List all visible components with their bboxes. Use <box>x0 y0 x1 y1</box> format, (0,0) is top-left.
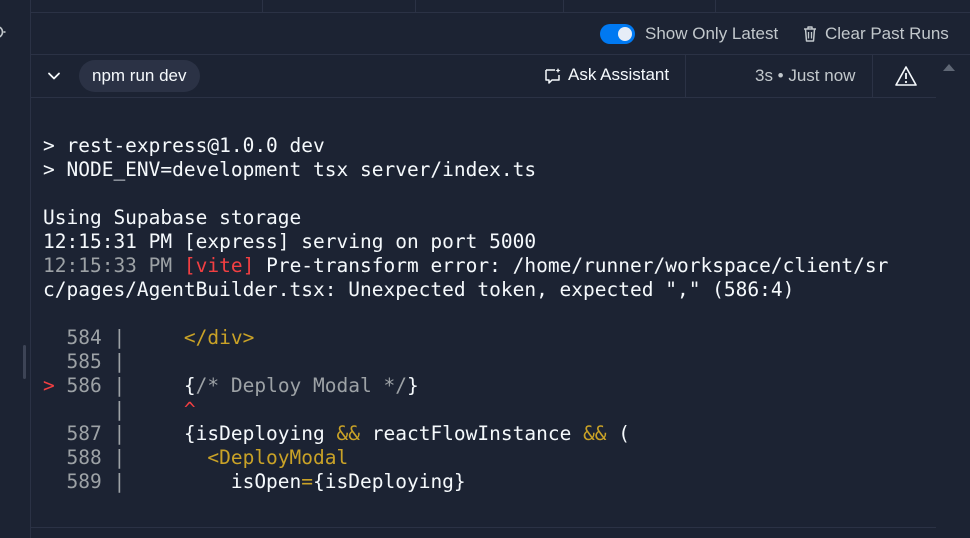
gear-icon[interactable] <box>0 22 9 42</box>
show-only-latest-toggle[interactable] <box>600 24 635 44</box>
error-caret: ^ <box>136 398 196 421</box>
error-line-marker: > <box>43 374 67 397</box>
left-rail <box>0 0 31 538</box>
line-number: 588 | <box>43 446 137 469</box>
code-tag: <DeployModal <box>136 446 349 469</box>
code-frame-caret-line: | ^ <box>43 398 923 422</box>
divider <box>685 55 686 97</box>
line-number: 589 | <box>43 470 137 493</box>
show-only-latest-label[interactable]: Show Only Latest <box>645 24 778 44</box>
console-line: 12:15:31 PM [express] serving on port 50… <box>43 230 537 253</box>
vite-error-message: Pre-transform error: /home/runner/worksp… <box>254 254 889 277</box>
scroll-up-icon[interactable] <box>942 62 956 72</box>
console-line: Using Supabase storage <box>43 206 302 229</box>
tab-strip <box>31 0 970 13</box>
divider <box>31 527 936 528</box>
divider <box>872 55 873 97</box>
code-text: reactFlowInstance <box>360 422 584 445</box>
run-command-pill[interactable]: npm run dev <box>79 60 200 92</box>
code-text: </div> <box>136 326 255 349</box>
code-text: {isDeploying} <box>313 470 466 493</box>
line-number: 587 | <box>43 422 137 445</box>
code-operator: && <box>583 422 607 445</box>
code-operator: && <box>336 422 360 445</box>
code-comment: /* Deploy Modal */ <box>195 374 407 397</box>
clear-past-runs-button[interactable]: Clear Past Runs <box>825 24 949 44</box>
vite-tag: [vite] <box>183 254 255 277</box>
line-number: 585 | <box>43 350 126 373</box>
warning-icon[interactable] <box>895 65 917 87</box>
code-operator: = <box>301 470 314 493</box>
panel-resize-handle[interactable] <box>23 345 26 379</box>
console-line: > NODE_ENV=development tsx server/index.… <box>43 158 537 181</box>
code-text: ( <box>606 422 631 445</box>
console-scrollbar[interactable] <box>936 55 970 538</box>
console-toolbar: Show Only Latest Clear Past Runs <box>31 13 970 55</box>
vite-timestamp: 12:15:33 PM <box>43 254 184 277</box>
code-text: { <box>136 374 196 397</box>
code-frame-line: 585 | <box>43 350 923 374</box>
code-frame-line: 588 | <DeployModal <box>43 446 923 470</box>
toggle-knob <box>618 27 632 41</box>
code-frame-line: 587 | {isDeploying && reactFlowInstance … <box>43 422 923 446</box>
code-text: } <box>406 374 419 397</box>
run-header: npm run dev Ask Assistant 3s • Just now <box>31 55 936 98</box>
code-frame-line: 589 | isOpen={isDeploying} <box>43 470 923 494</box>
line-gutter: | <box>43 398 137 421</box>
console-error-line-cont: c/pages/AgentBuilder.tsx: Unexpected tok… <box>43 278 795 301</box>
line-number: 584 | <box>43 326 137 349</box>
code-text: isOpen <box>136 470 302 493</box>
trash-icon[interactable] <box>802 25 818 43</box>
console-line: > rest-express@1.0.0 dev <box>43 134 325 157</box>
assistant-chat-icon[interactable] <box>544 67 562 85</box>
console-error-line: 12:15:33 PM [vite] Pre-transform error: … <box>43 254 923 278</box>
code-frame-line-error: > 586 | {/* Deploy Modal */} <box>43 374 923 398</box>
console-output[interactable]: > rest-express@1.0.0 dev > NODE_ENV=deve… <box>43 134 923 494</box>
line-number: 586 | <box>66 374 137 397</box>
code-text: {isDeploying <box>136 422 337 445</box>
chevron-down-icon[interactable] <box>46 68 62 84</box>
ask-assistant-button[interactable]: Ask Assistant <box>568 65 669 85</box>
run-status: 3s • Just now <box>755 66 856 85</box>
code-frame-line: 584 | </div> <box>43 326 923 350</box>
